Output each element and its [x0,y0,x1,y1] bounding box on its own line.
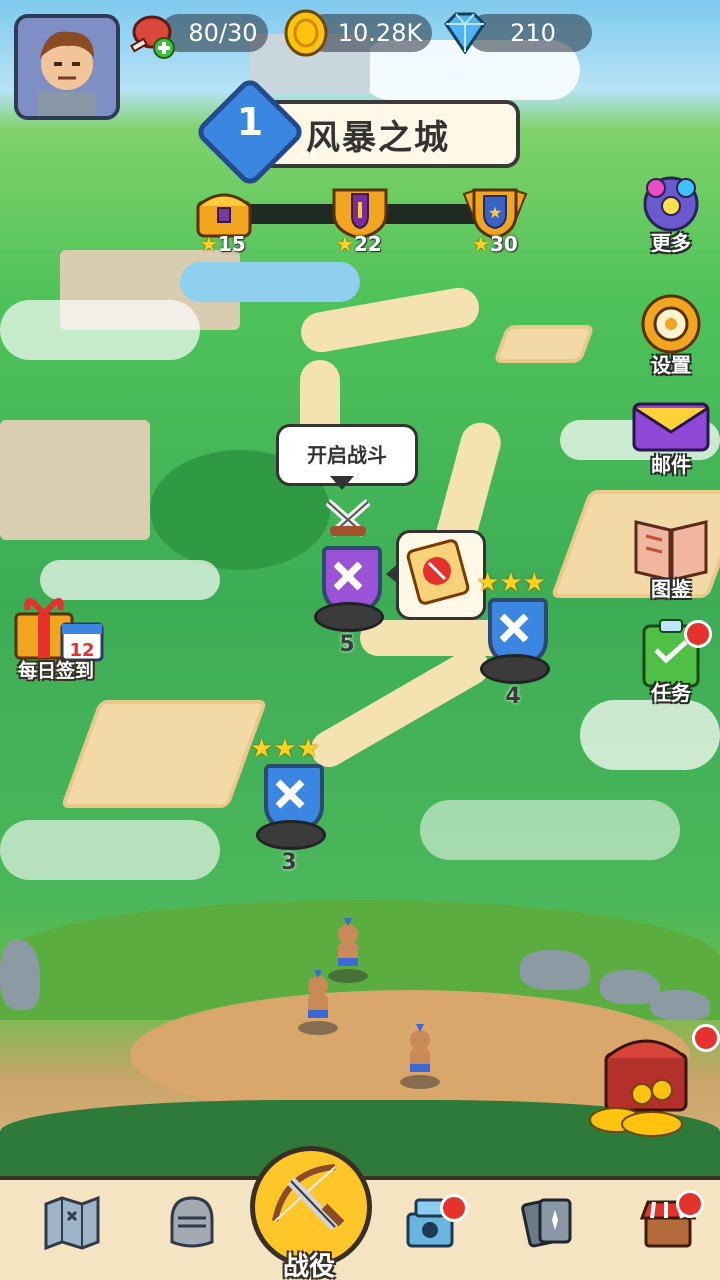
gold-value: 10.28K [337,19,423,47]
rock [650,990,710,1020]
gold-coin-icon [282,8,330,62]
daily-signin-button[interactable]: 12 每日签到 [4,590,108,690]
reward-1-stars: ★15 [200,232,246,256]
reward-3-stars: ★30 [472,232,518,256]
game-screen: 80/30 10.28K 210 风暴之城 1 ★15 ★22 ★ ★30 更多… [0,0,720,1280]
more-button[interactable]: 更多 [626,166,716,256]
tasks-notification-dot [684,620,712,648]
gem-value: 210 [510,19,556,47]
energy-value: 80/30 [188,19,258,47]
stage-pedestal [480,654,550,684]
player-avatar[interactable] [14,14,120,120]
daily-signin-label: 每日签到 [17,660,94,682]
add-energy-button[interactable] [150,40,176,66]
cloud [580,700,720,770]
reward-bubble-tail [386,564,398,584]
gem-icon [440,10,490,60]
settings-button[interactable]: 设置 [626,288,716,378]
stage-number: 3 [281,850,297,875]
nav-cards-button[interactable] [516,1190,586,1260]
castle-notification-dot [440,1194,468,1222]
mail-label: 邮件 [651,453,691,477]
farm-field [493,325,595,363]
level-number: 1 [236,100,264,144]
codex-label: 图鉴 [651,577,691,601]
soldier-unit [326,914,368,983]
battle-label: 战役 [282,1252,335,1280]
stage-number: 4 [505,684,521,709]
stage-3-stars: ★★★ [250,734,320,764]
nav-map-button[interactable] [40,1190,110,1260]
cards-icon [521,1198,572,1248]
soldier-unit [398,1020,440,1089]
castle-wall-left [0,420,150,540]
stage-4-stars: ★★★ [476,568,546,598]
farm-field [60,700,268,808]
reward-2-stars: ★22 [336,232,382,256]
stage-reward-preview[interactable] [396,530,486,620]
chest-notification-dot [692,1024,720,1052]
gold-treasure-chest[interactable] [582,1024,702,1144]
rock [0,940,40,1010]
treasure-chest-icon [589,1039,688,1137]
stage-number: 5 [339,632,355,657]
path [304,642,496,774]
map-icon [44,1195,100,1251]
hero-portrait-icon [18,18,116,116]
shop-notification-dot [676,1190,704,1218]
svg-text:★: ★ [488,203,502,222]
bubble-tail [330,476,354,490]
level-name: 风暴之城 [306,118,450,158]
swords-emblem-icon [275,779,305,809]
settings-label: 设置 [651,353,691,377]
mail-button[interactable]: 邮件 [626,388,716,478]
cloud [0,300,200,360]
rock [520,950,590,990]
knight-helmet-icon [170,1196,214,1248]
stage-pedestal [256,820,326,850]
swords-emblem-icon [333,561,363,591]
nav-heroes-button[interactable] [160,1190,230,1260]
hero-scroll-icon [406,539,470,605]
stage-pedestal [314,602,384,632]
start-battle-label: 开启战斗 [307,443,387,467]
more-label: 更多 [651,231,691,255]
lake [180,262,360,302]
nav-battle-button[interactable]: 战役 [250,1146,372,1280]
codex-button[interactable]: 图鉴 [626,512,716,602]
swords-emblem-icon [499,613,529,643]
cloud [420,800,680,860]
crossed-swords-icon [320,494,376,546]
bow-and-sword-icon [272,1164,345,1231]
soldier-unit [296,966,338,1035]
tasks-label: 任务 [651,681,691,705]
cloud [0,820,220,880]
